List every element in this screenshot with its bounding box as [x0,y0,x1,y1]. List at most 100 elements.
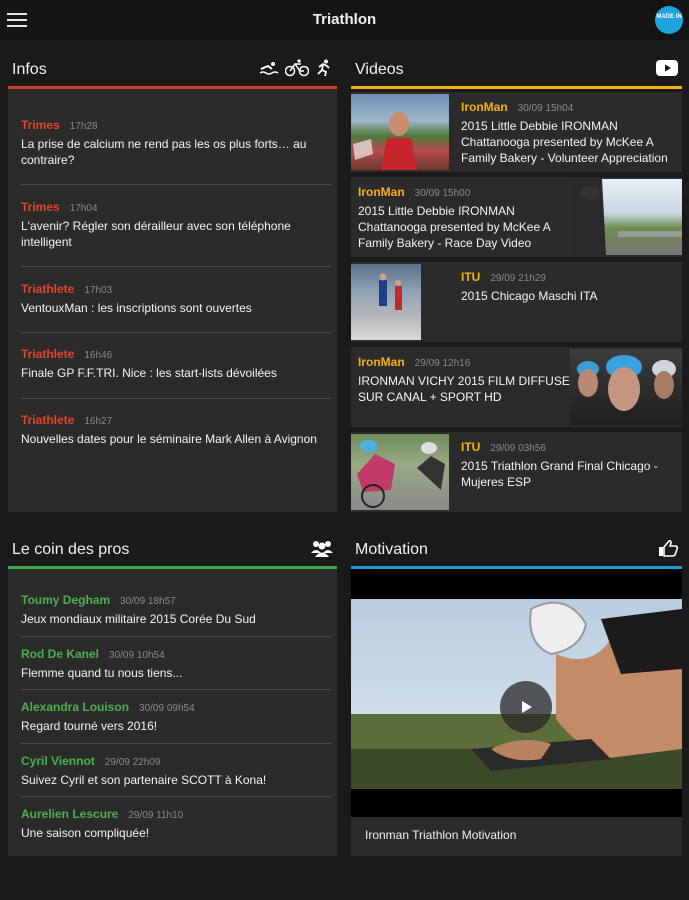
pro-item[interactable]: Cyril Viennot 29/09 22h09 Suivez Cyril et… [21,752,331,787]
video-item[interactable]: ITU 29/09 03h56 2015 Triathlon Grand Fina… [351,432,682,512]
info-source: Triathlete [21,282,75,296]
infos-title: Infos [12,61,47,78]
divider [21,636,331,637]
pro-text: Jeux mondiaux militaire 2015 Corée Du Su… [21,612,256,626]
info-text: Nouvelles dates pour le séminaire Mark A… [21,432,317,446]
motivation-video[interactable] [351,569,682,817]
motivation-header: Motivation [351,530,682,566]
bike-icon [285,59,309,77]
pro-time: 30/09 10h54 [109,650,165,661]
video-thumbnail [351,434,449,510]
motivation-head-icons [658,538,678,558]
info-source: Triathlete [21,413,75,427]
pro-name: Alexandra Louison [21,700,130,714]
divider [21,266,331,267]
info-item[interactable]: Triathlete 16h27 Nouvelles dates pour le … [21,411,331,447]
divider [21,398,331,399]
videos-accent-line [351,86,682,89]
pro-item[interactable]: Toumy Degham 30/09 18h57 Jeux mondiaux mi… [21,591,331,626]
pro-text: Regard tourné vers 2016! [21,719,158,733]
video-item[interactable]: IronMan 30/09 15h04 2015 Little Debbie IR… [351,92,682,172]
pro-text: Suivez Cyril et son partenaire SCOTT à K… [21,773,267,787]
videos-title: Videos [355,61,404,78]
info-time: 17h28 [69,121,98,132]
pro-name: Cyril Viennot [21,754,95,768]
info-text: VentouxMan : les inscriptions sont ouver… [21,301,252,315]
videos-panel: Videos IronMan 30/09 15h04 2015 Little De… [351,50,682,512]
info-item[interactable]: Triathlete 16h46 Finale GP F.F.TRI. Nice … [21,345,331,381]
video-item[interactable]: IronMan 29/09 12h16 IRONMAN VICHY 2015 FI… [351,347,682,427]
info-source: Triathlete [21,347,75,361]
info-source: Trimes [21,118,60,132]
video-time: 29/09 12h16 [414,358,471,369]
video-source: ITU [461,440,481,454]
info-item[interactable]: Trimes 17h28 La prise de calcium ne rend … [21,116,331,168]
video-time: 30/09 15h04 [517,103,574,114]
video-thumbnail [570,349,682,425]
info-text: Finale GP F.F.TRI. Nice : les start-list… [21,366,277,380]
pro-text: Flemme quand tu nous tiens... [21,666,183,680]
video-source: IronMan [461,100,508,114]
divider [21,796,331,797]
info-item[interactable]: Trimes 17h04 L'avenir? Régler son déraill… [21,198,331,250]
group-icon [311,541,333,557]
info-item[interactable]: Triathlete 17h03 VentouxMan : les inscrip… [21,280,331,316]
pro-time: 29/09 22h09 [104,757,161,768]
info-text: La prise de calcium ne rend pas les os p… [21,137,307,167]
video-thumbnail [351,264,421,340]
infos-accent-line [8,86,337,89]
video-item[interactable]: IronMan 30/09 15h00 2015 Little Debbie IR… [351,177,682,257]
motivation-title: Motivation [355,541,428,558]
video-text: IRONMAN VICHY 2015 FILM DIFFUSE SUR CANA… [358,374,570,404]
divider [21,332,331,333]
info-source: Trimes [21,200,60,214]
video-text: 2015 Little Debbie IRONMAN Chattanooga p… [461,119,668,165]
pro-time: 30/09 09h54 [139,703,195,714]
pro-name: Toumy Degham [21,593,111,607]
youtube-icon [656,60,678,76]
divider [21,689,331,690]
info-time: 17h04 [69,203,98,214]
infos-header: Infos [8,50,337,86]
thumbs-up-icon [659,539,678,557]
swim-icon [259,62,279,75]
pros-head-icons [311,538,333,558]
motivation-caption: Ironman Triathlon Motivation [365,828,517,842]
pro-item[interactable]: Rod De Kanel 30/09 10h54 Flemme quand tu … [21,645,331,680]
app-bar: Triathlon MADE IN [0,0,689,40]
divider [21,743,331,744]
video-time: 29/09 03h56 [490,443,546,454]
video-thumbnail [572,179,682,255]
video-text: 2015 Chicago Maschi ITA [461,289,598,303]
divider [21,184,331,185]
infos-panel: Infos Trimes 17h28 La prise de calcium ne… [8,50,337,512]
video-time: 29/09 21h29 [490,273,546,284]
motivation-panel: Motivation Ironman Triathlon Motivation [351,530,682,856]
video-source: IronMan [358,355,405,369]
pro-text: Une saison compliquée! [21,826,150,840]
sport-icons [259,58,333,78]
video-time: 30/09 15h00 [414,188,471,199]
pros-title: Le coin des pros [12,541,130,558]
pro-item[interactable]: Alexandra Louison 30/09 09h54 Regard tour… [21,698,331,733]
videos-header: Videos [351,50,682,86]
pro-item[interactable]: Aurelien Lescure 29/09 11h10 Une saison c… [21,805,331,840]
video-source: IronMan [358,185,405,199]
info-time: 16h46 [84,350,113,361]
video-head-icons [656,58,678,78]
app-title: Triathlon [312,11,377,28]
info-time: 17h03 [84,285,113,296]
made-in-badge[interactable]: MADE IN [655,6,683,34]
pros-panel: Le coin des pros Toumy Degham 30/09 18h57… [8,530,337,856]
pro-name: Rod De Kanel [21,647,100,661]
play-button[interactable] [500,681,552,733]
video-text: 2015 Triathlon Grand Final Chicago - Muj… [461,459,658,489]
video-item[interactable]: ITU 29/09 21h29 2015 Chicago Maschi ITA [351,262,682,342]
video-source: ITU [461,270,481,284]
info-time: 16h27 [84,416,113,427]
info-text: L'avenir? Régler son dérailleur avec son… [21,219,291,249]
video-text: 2015 Little Debbie IRONMAN Chattanooga p… [358,204,551,250]
pro-name: Aurelien Lescure [21,807,119,821]
run-icon [317,59,330,77]
pro-time: 29/09 11h10 [128,810,184,821]
